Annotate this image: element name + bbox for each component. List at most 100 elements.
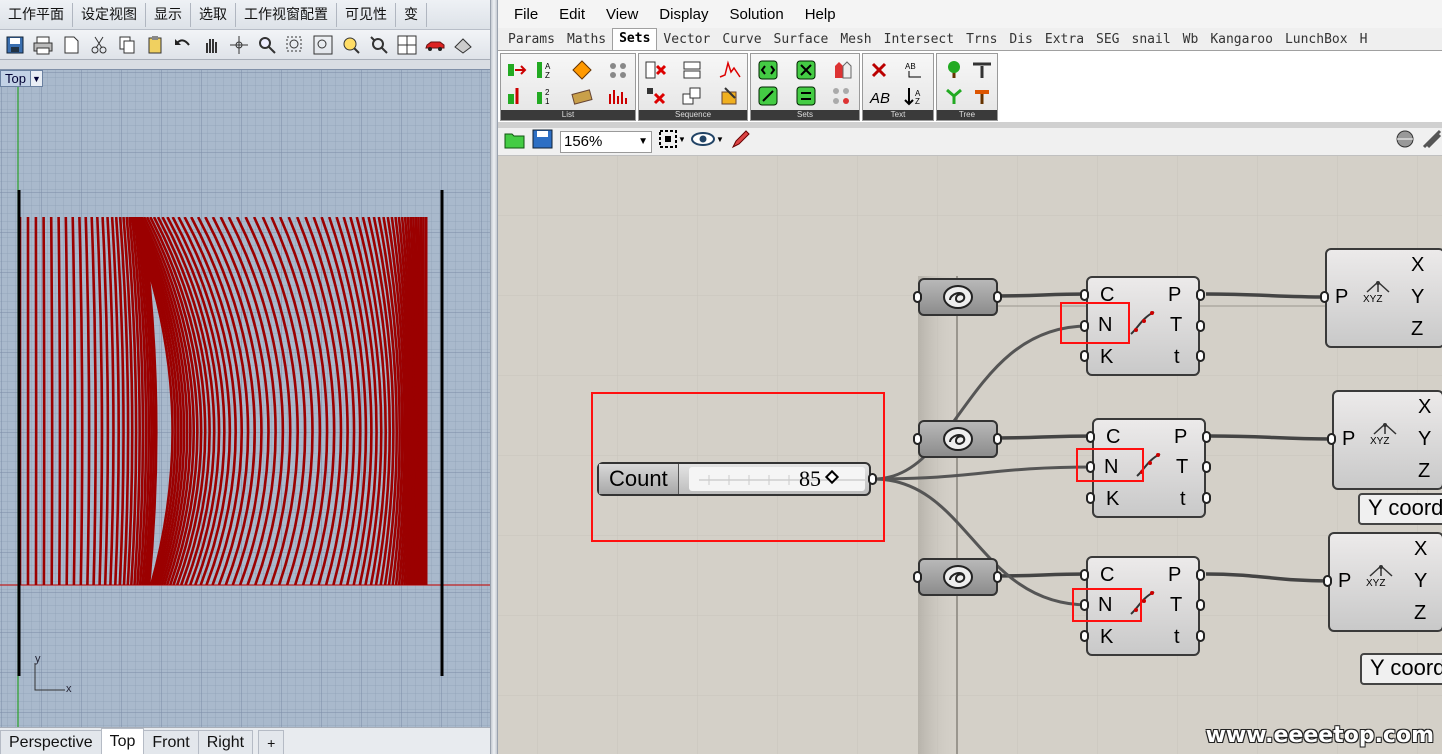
series-icon[interactable] (679, 58, 705, 82)
deconstruct-2-p-grip[interactable] (1327, 433, 1336, 445)
text-case-icon[interactable]: AB (867, 84, 893, 108)
tab-vector[interactable]: Vector (657, 30, 716, 50)
tab-seg[interactable]: SEG (1090, 30, 1125, 50)
set-intersection-icon[interactable] (755, 84, 781, 108)
text-join-icon[interactable]: AB (901, 58, 927, 82)
list-length-icon[interactable] (505, 84, 531, 108)
rotate-view-icon[interactable] (226, 32, 252, 58)
menu-solution[interactable]: Solution (719, 6, 794, 23)
tab-surface[interactable]: Surface (768, 30, 835, 50)
curve-param-3[interactable] (918, 558, 998, 596)
flatten-tree-icon[interactable] (969, 58, 995, 82)
curve-param-2[interactable] (918, 420, 998, 458)
rhino-curve[interactable] (419, 217, 424, 585)
simplify-tree-icon[interactable] (941, 84, 967, 108)
open-file-icon[interactable] (504, 129, 526, 154)
text-split-icon[interactable] (867, 58, 893, 82)
new-page-icon[interactable] (58, 32, 84, 58)
split-list-icon[interactable] (569, 84, 595, 108)
divide-3-c-grip[interactable] (1080, 569, 1089, 581)
sketch-pen-icon[interactable] (730, 129, 752, 154)
deconstruct-3-p-grip[interactable] (1323, 575, 1332, 587)
paste-icon[interactable] (142, 32, 168, 58)
prune-tree-icon[interactable] (969, 84, 995, 108)
duplicate-data-icon[interactable] (679, 84, 705, 108)
y-coord-panel-2[interactable]: Y coord (1360, 653, 1442, 685)
divide-2-k-grip[interactable] (1086, 492, 1095, 504)
member-index-icon[interactable] (793, 84, 819, 108)
divide-3-t2-grip[interactable] (1196, 630, 1205, 642)
rhino-top-viewport[interactable]: Top ▼ y x (0, 69, 490, 727)
divide-1-t-grip[interactable] (1196, 320, 1205, 332)
print-icon[interactable] (30, 32, 56, 58)
reverse-list-icon[interactable]: 21 (533, 84, 559, 108)
dispatch-icon[interactable] (569, 58, 595, 82)
weave-icon[interactable] (605, 84, 631, 108)
divide-2-t2-grip[interactable] (1202, 492, 1211, 504)
undo-icon[interactable] (170, 32, 196, 58)
zoom-window-icon[interactable] (282, 32, 308, 58)
divide-1-c-grip[interactable] (1080, 289, 1089, 301)
divide-1-t2-grip[interactable] (1196, 350, 1205, 362)
menu-file[interactable]: File (504, 6, 549, 23)
rhino-tab-select[interactable]: 选取 (191, 2, 236, 27)
set-difference-icon[interactable] (793, 58, 819, 82)
gh-canvas[interactable]: Count 85 C N K P T t C N K P T t C N K P… (498, 156, 1442, 754)
add-viewport-tab[interactable]: + (258, 730, 285, 754)
sort-text-icon[interactable]: AZ (901, 84, 927, 108)
save-icon[interactable] (2, 32, 28, 58)
chevron-down-icon[interactable]: ▼ (29, 71, 42, 86)
tab-extra[interactable]: Extra (1039, 30, 1090, 50)
set-union-icon[interactable] (755, 58, 781, 82)
rhino-curve[interactable] (49, 217, 54, 585)
divide-1-k-grip[interactable] (1080, 350, 1089, 362)
rhino-curve[interactable] (42, 217, 46, 585)
tab-dis[interactable]: Dis (1003, 30, 1038, 50)
divide-3-k-grip[interactable] (1080, 630, 1089, 642)
window-splitter[interactable] (490, 0, 498, 754)
tab-kangaroo[interactable]: Kangaroo (1204, 30, 1279, 50)
zoom-extents-icon[interactable]: ▼ (658, 129, 686, 154)
pan-hand-icon[interactable] (198, 32, 224, 58)
zoom-selected-icon[interactable] (338, 32, 364, 58)
rhino-tab-viewport-layout[interactable]: 工作视窗配置 (236, 2, 337, 27)
graft-tree-icon[interactable] (941, 58, 967, 82)
rhino-tab-transform[interactable]: 变 (396, 2, 427, 27)
rhino-tab-display[interactable]: 显示 (146, 2, 191, 27)
viewport-tab-right[interactable]: Right (197, 730, 254, 754)
list-item-icon[interactable] (505, 58, 531, 82)
deconstruct-point-1[interactable]: P X Y Z XYZ (1325, 248, 1442, 348)
viewport-tab-front[interactable]: Front (143, 730, 199, 754)
rhino-tab-visibility[interactable]: 可见性 (337, 2, 396, 27)
tab-params[interactable]: Params (502, 30, 561, 50)
cull-pattern-icon[interactable] (643, 84, 669, 108)
tab-curve[interactable]: Curve (716, 30, 767, 50)
preview-wire-icon[interactable] (1422, 129, 1442, 154)
divide-3-t-grip[interactable] (1196, 599, 1205, 611)
combinations-icon[interactable] (829, 84, 855, 108)
zoom-icon[interactable] (254, 32, 280, 58)
shift-list-icon[interactable] (605, 58, 631, 82)
preview-eye-icon[interactable]: ▼ (690, 129, 724, 154)
rhino-curve[interactable] (57, 217, 62, 585)
rhino-tab-set-view[interactable]: 设定视图 (73, 2, 146, 27)
four-viewports-icon[interactable] (394, 32, 420, 58)
viewport-title[interactable]: Top ▼ (0, 70, 43, 87)
y-coord-panel-1[interactable]: Y coord (1358, 493, 1442, 525)
copy-icon[interactable] (114, 32, 140, 58)
cut-icon[interactable] (86, 32, 112, 58)
menu-edit[interactable]: Edit (549, 6, 596, 23)
curve-param-2-output-grip[interactable] (993, 433, 1002, 445)
curve-param-3-input-grip[interactable] (913, 571, 922, 583)
deconstruct-point-2[interactable]: P X Y Z XYZ (1332, 390, 1442, 490)
rhino-tab-cplane[interactable]: 工作平面 (0, 2, 73, 27)
curve-param-2-input-grip[interactable] (913, 433, 922, 445)
tab-snail[interactable]: snail (1126, 30, 1177, 50)
zoom-dynamic-icon[interactable] (366, 32, 392, 58)
curve-param-1-input-grip[interactable] (913, 291, 922, 303)
tab-maths[interactable]: Maths (561, 30, 612, 50)
zoom-level-field[interactable]: 156% ▼ (560, 130, 652, 153)
menu-display[interactable]: Display (649, 6, 719, 23)
viewport-tab-top[interactable]: Top (100, 728, 145, 754)
random-icon[interactable] (717, 58, 743, 82)
